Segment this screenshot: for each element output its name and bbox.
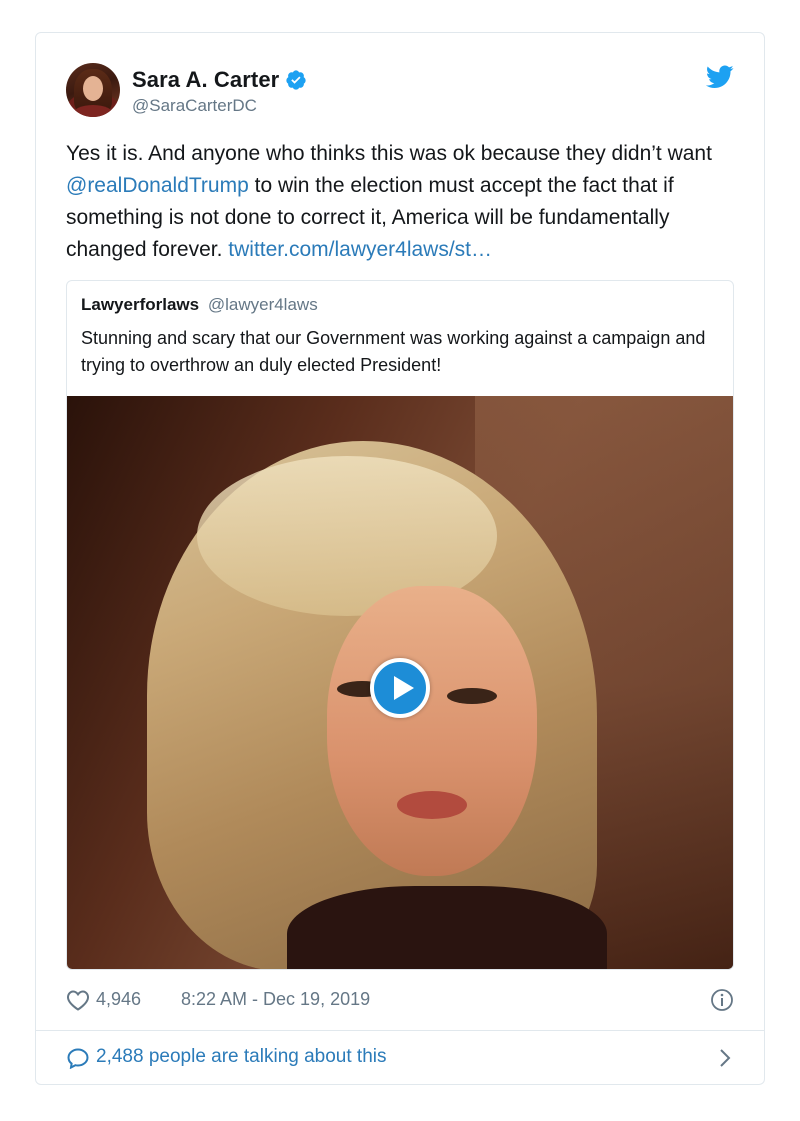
- quoted-author-name[interactable]: Lawyerforlaws: [81, 295, 199, 314]
- tweet-text-part1: Yes it is. And anyone who thinks this wa…: [66, 142, 712, 165]
- chevron-right-icon[interactable]: [718, 1048, 732, 1068]
- speech-bubble-icon: [67, 1048, 89, 1069]
- twitter-bird-icon[interactable]: [706, 65, 734, 89]
- quoted-author-handle[interactable]: @lawyer4laws: [208, 295, 318, 314]
- avatar-face: [83, 76, 103, 101]
- video-subject-shirt: [287, 886, 607, 969]
- info-icon[interactable]: [710, 988, 734, 1012]
- author-handle[interactable]: @SaraCarterDC: [132, 96, 257, 116]
- card-divider: [36, 1030, 764, 1031]
- video-subject-face: [327, 586, 537, 876]
- tweet-timestamp[interactable]: 8:22 AM - Dec 19, 2019: [181, 989, 370, 1010]
- heart-icon[interactable]: [66, 989, 90, 1011]
- tweet-header: Sara A. Carter @SaraCarterDC: [66, 63, 734, 119]
- tweet-meta-row: 4,946 8:22 AM - Dec 19, 2019: [66, 988, 734, 1012]
- quoted-tweet-text: Stunning and scary that our Government w…: [81, 328, 706, 375]
- verified-badge-icon: [286, 70, 306, 90]
- conversation-row[interactable]: 2,488 people are talking about this: [66, 1046, 734, 1070]
- like-count[interactable]: 4,946: [96, 989, 141, 1010]
- video-subject-lips: [397, 791, 467, 819]
- play-icon: [394, 676, 414, 700]
- video-subject-eye-right: [447, 688, 497, 704]
- conversation-link[interactable]: 2,488 people are talking about this: [96, 1046, 387, 1068]
- video-thumbnail[interactable]: [67, 396, 733, 969]
- author-avatar[interactable]: [66, 63, 120, 117]
- mention-link[interactable]: @realDonaldTrump: [66, 174, 249, 197]
- quoted-tweet-header: Lawyerforlaws @lawyer4laws: [81, 295, 318, 315]
- tweet-embed-card: Sara A. Carter @SaraCarterDC Yes it is. …: [35, 32, 765, 1085]
- author-display-name[interactable]: Sara A. Carter: [132, 67, 279, 93]
- author-name-row: Sara A. Carter: [132, 67, 307, 93]
- quoted-tweet[interactable]: Lawyerforlaws @lawyer4laws Stunning and …: [66, 280, 734, 970]
- tweet-text: Yes it is. And anyone who thinks this wa…: [66, 138, 746, 266]
- quoted-tweet-url-link[interactable]: twitter.com/lawyer4laws/st…: [228, 238, 492, 261]
- play-button[interactable]: [370, 658, 430, 718]
